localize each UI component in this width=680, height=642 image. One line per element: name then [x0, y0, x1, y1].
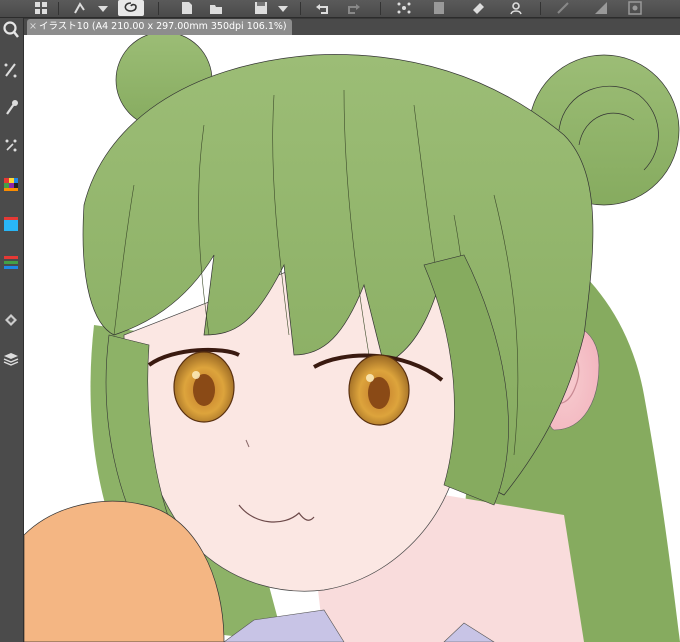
left-toolbar: [0, 18, 24, 642]
save-icon[interactable]: [250, 0, 272, 16]
document-tab[interactable]: × イラスト10 (A4 210.00 x 297.00mm 350dpi 106…: [27, 19, 292, 35]
person-icon[interactable]: [505, 0, 527, 16]
eyedropper-icon[interactable]: [0, 96, 22, 120]
open-folder-icon[interactable]: [205, 0, 227, 16]
color-grid-icon[interactable]: [0, 173, 22, 197]
undo-icon[interactable]: [312, 0, 334, 16]
color-slider-icon[interactable]: [0, 250, 22, 274]
layer-texture-icon[interactable]: [0, 308, 22, 332]
transform-icon[interactable]: [70, 0, 92, 16]
tag-icon[interactable]: [467, 0, 489, 16]
selection-icon[interactable]: [0, 134, 22, 158]
copy-icon[interactable]: [428, 0, 450, 16]
document-title: イラスト10 (A4 210.00 x 297.00mm 350dpi 106.…: [39, 21, 287, 32]
drawing-canvas[interactable]: [24, 35, 680, 642]
lasso-icon[interactable]: [118, 0, 144, 16]
close-icon[interactable]: ×: [27, 19, 39, 35]
color-picker-icon[interactable]: [0, 212, 22, 236]
ruler-icon[interactable]: [552, 0, 574, 16]
redo-icon[interactable]: [342, 0, 364, 16]
chevron-down-icon[interactable]: [272, 0, 294, 16]
zoom-icon[interactable]: [0, 18, 22, 42]
chevron-down-icon[interactable]: [92, 0, 114, 16]
settings-icon[interactable]: [624, 0, 646, 16]
illustration: [24, 35, 680, 642]
layers-icon[interactable]: [0, 346, 22, 370]
grid-icon[interactable]: [30, 0, 52, 16]
gradient-icon[interactable]: [590, 0, 612, 16]
top-toolbar: [0, 0, 680, 18]
new-page-icon[interactable]: [176, 0, 198, 16]
fill-icon[interactable]: [393, 0, 415, 16]
pen-icon[interactable]: [0, 58, 22, 82]
